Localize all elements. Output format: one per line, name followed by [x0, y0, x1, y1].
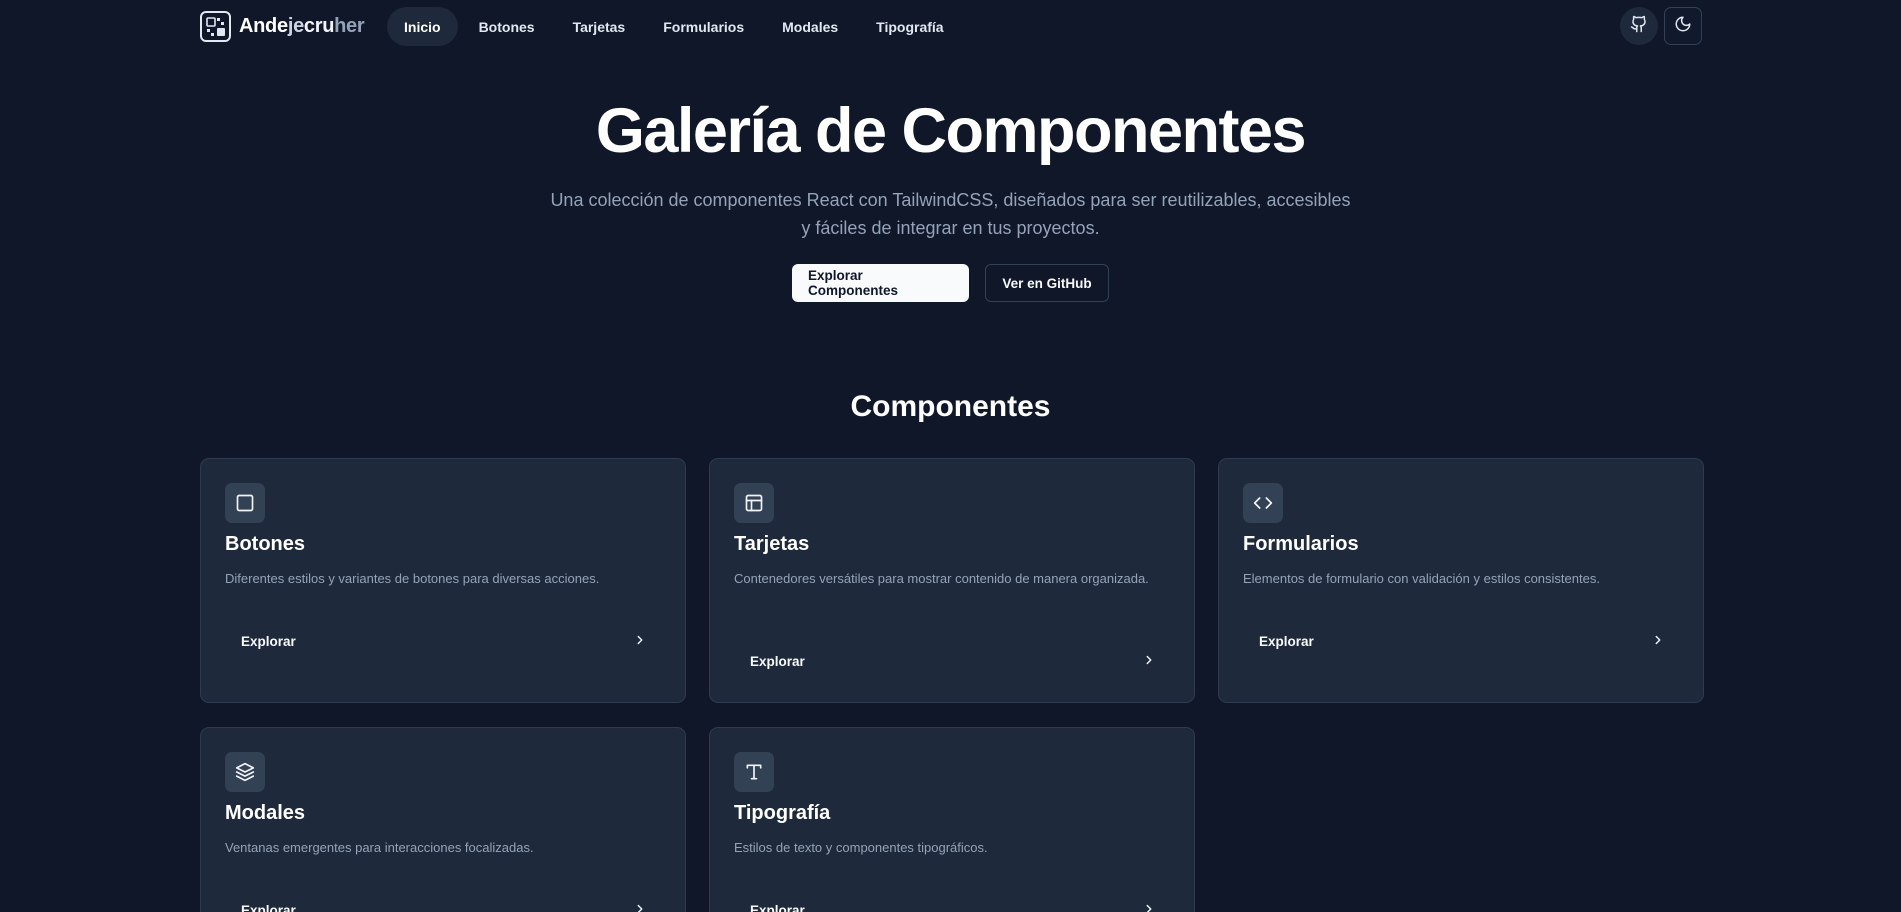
layout-icon — [734, 483, 774, 523]
card-explore-link[interactable]: Explorar — [1243, 621, 1681, 661]
card-botones: Botones Diferentes estilos y variantes d… — [200, 458, 686, 703]
brand-name-part: her — [334, 15, 365, 37]
card-tarjetas: Tarjetas Contenedores versátiles para mo… — [709, 458, 1195, 703]
nav-item-tipografia[interactable]: Tipografía — [859, 7, 960, 46]
code-icon — [1243, 483, 1283, 523]
card-explore-label: Explorar — [1259, 633, 1314, 649]
card-title: Formularios — [1243, 533, 1359, 555]
brand-name-part: Ande — [239, 15, 288, 37]
card-explore-link[interactable]: Explorar — [225, 890, 663, 912]
hero-subtitle: Una colección de componentes React con T… — [550, 190, 1351, 238]
card-explore-link[interactable]: Explorar — [225, 621, 663, 661]
nav-item-tarjetas[interactable]: Tarjetas — [556, 7, 643, 46]
card-explore-label: Explorar — [750, 902, 805, 912]
card-explore-label: Explorar — [241, 902, 296, 912]
card-title: Tarjetas — [734, 533, 810, 555]
card-description: Contenedores versátiles para mostrar con… — [734, 571, 1149, 586]
nav-item-botones[interactable]: Botones — [462, 7, 552, 46]
card-explore-link[interactable]: Explorar — [734, 641, 1172, 681]
square-icon — [225, 483, 265, 523]
card-description: Elementos de formulario con validación y… — [1243, 571, 1600, 586]
chevron-right-icon — [633, 633, 647, 650]
brand-name: Andejecruher — [239, 15, 365, 38]
brand-name-part: cru — [303, 15, 335, 37]
github-button[interactable] — [1620, 7, 1658, 45]
type-icon — [734, 752, 774, 792]
card-explore-link[interactable]: Explorar — [734, 890, 1172, 912]
chevron-right-icon — [633, 902, 647, 912]
hero-title: Galería de Componentes — [595, 96, 1307, 166]
chevron-right-icon — [1142, 902, 1156, 912]
chevron-right-icon — [1142, 653, 1156, 670]
card-title: Modales — [225, 802, 306, 824]
card-title: Botones — [225, 533, 305, 555]
card-modales: Modales Ventanas emergentes para interac… — [200, 727, 686, 912]
card-description: Diferentes estilos y variantes de botone… — [225, 571, 600, 586]
brand-logo[interactable]: Andejecruher — [200, 11, 365, 42]
chevron-right-icon — [1651, 633, 1665, 650]
logo-mark-icon — [200, 11, 231, 42]
card-description: Estilos de texto y componentes tipográfi… — [734, 840, 988, 855]
github-icon — [1630, 15, 1648, 38]
section-title: Componentes — [850, 390, 1051, 423]
card-formularios: Formularios Elementos de formulario con … — [1218, 458, 1704, 703]
theme-toggle-button[interactable] — [1664, 7, 1702, 45]
card-title: Tipografía — [734, 802, 831, 824]
layers-icon — [225, 752, 265, 792]
card-explore-label: Explorar — [750, 653, 805, 669]
card-description: Ventanas emergentes para interacciones f… — [225, 840, 534, 855]
nav-item-modales[interactable]: Modales — [765, 7, 855, 46]
top-navbar: Andejecruher Inicio Botones Tarjetas For… — [0, 0, 1901, 53]
view-github-button[interactable]: Ver en GitHub — [985, 264, 1109, 302]
hero-actions: Explorar Componentes Ver en GitHub — [0, 264, 1901, 302]
explore-components-button[interactable]: Explorar Componentes — [792, 264, 969, 302]
moon-icon — [1674, 15, 1692, 38]
nav-item-inicio[interactable]: Inicio — [387, 7, 458, 46]
nav-item-formularios[interactable]: Formularios — [646, 7, 761, 46]
card-explore-label: Explorar — [241, 633, 296, 649]
card-tipografia: Tipografía Estilos de texto y componente… — [709, 727, 1195, 912]
brand-name-part: je — [287, 15, 304, 37]
nav-links: Inicio Botones Tarjetas Formularios Moda… — [387, 7, 961, 46]
